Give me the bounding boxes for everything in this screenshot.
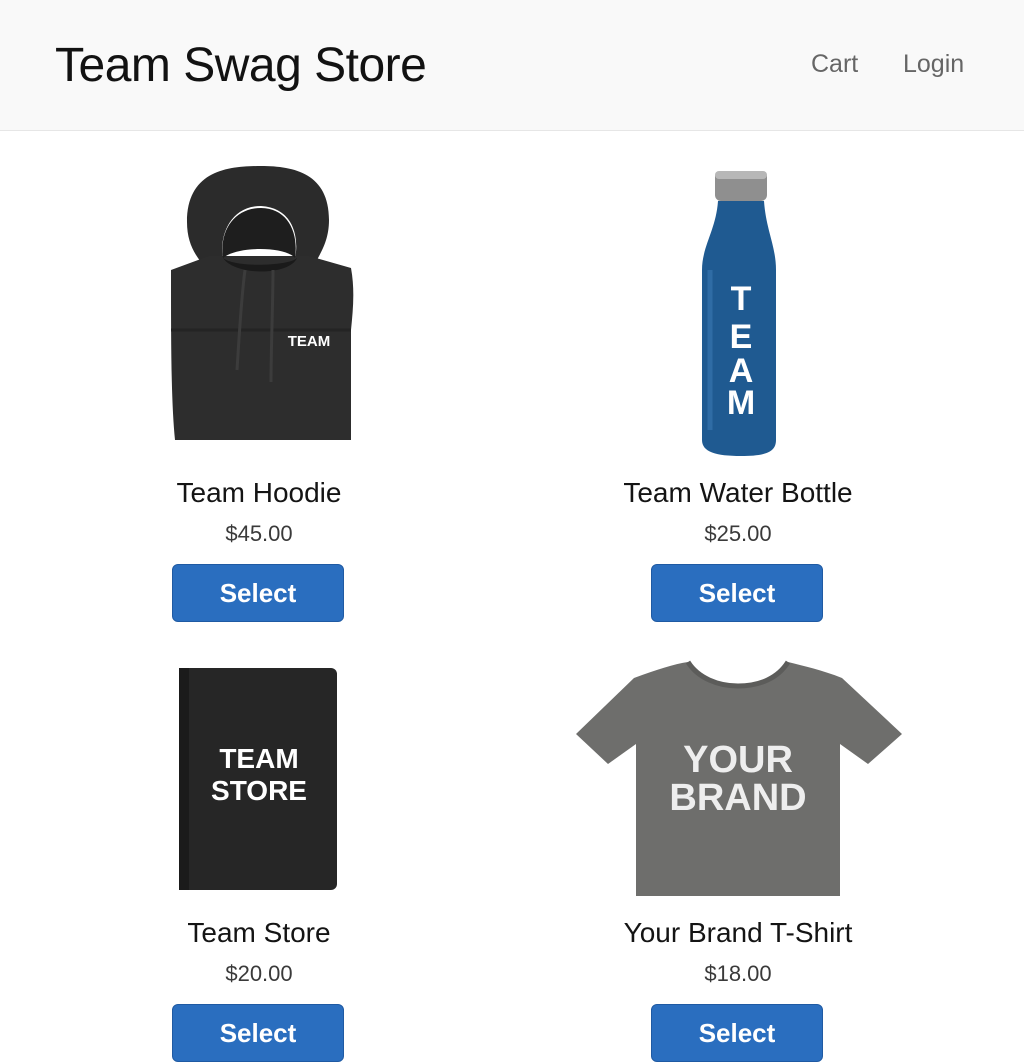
nav-login-link[interactable]: Login	[903, 48, 964, 80]
notebook-print-line1: TEAM	[219, 743, 298, 774]
tshirt-print-line1: YOUR	[683, 739, 793, 781]
nav-cart-link[interactable]: Cart	[811, 48, 858, 80]
store-title: Team Swag Store	[55, 39, 427, 92]
notebook-image: TEAM STORE	[179, 668, 337, 890]
site-header: Team Swag Store Cart Login	[0, 0, 1024, 131]
notebook-print-line2: STORE	[211, 775, 307, 806]
product-price: $45.00	[225, 521, 293, 546]
bottle-print-letter-e: E	[730, 318, 753, 356]
water-bottle-image: T E A M	[702, 171, 776, 456]
product-name: Team Water Bottle	[623, 477, 853, 508]
bottle-print-letter-m: M	[727, 384, 755, 422]
product-price: $18.00	[704, 961, 772, 986]
hoodie-image: TEAM	[171, 166, 354, 440]
product-price: $25.00	[704, 521, 772, 546]
bottle-print-letter-t: T	[731, 280, 752, 318]
product-price: $20.00	[225, 961, 293, 986]
product-name: Your Brand T-Shirt	[623, 917, 853, 948]
select-button-tshirt[interactable]: Select	[651, 1004, 823, 1062]
tshirt-image: YOUR BRAND	[576, 660, 902, 896]
tshirt-print-line2: BRAND	[669, 777, 806, 819]
select-button-notebook[interactable]: Select	[172, 1004, 344, 1062]
product-name: Team Store	[187, 917, 331, 948]
hoodie-print-text: TEAM	[288, 333, 331, 350]
product-name: Team Hoodie	[176, 477, 342, 508]
